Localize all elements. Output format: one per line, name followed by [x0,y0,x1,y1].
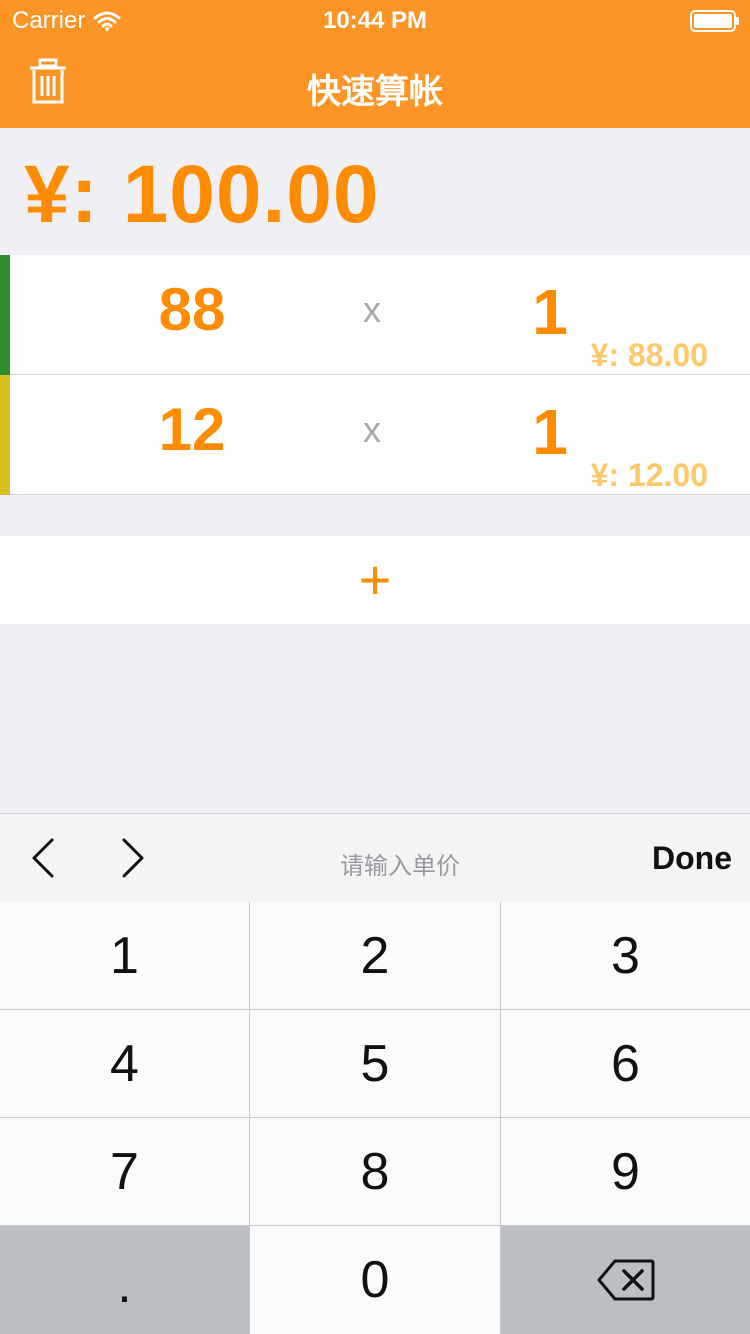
backspace-key[interactable] [501,1226,750,1334]
item-subtotal: ¥: 88.00 [590,337,708,373]
item-price[interactable]: 12 [92,395,292,464]
key-7[interactable]: 7 [0,1118,249,1225]
item-price[interactable]: 88 [92,275,292,344]
page-title: 快速算帐 [307,73,443,111]
key-4[interactable]: 4 [0,1010,249,1117]
key-1[interactable]: 1 [0,902,249,1009]
done-button[interactable]: Done [652,840,732,877]
keyboard-toolbar: 请输入单价 Done [0,813,750,902]
item-row[interactable]: 12 x 1 ¥: 12.00 [0,375,750,495]
key-2[interactable]: 2 [250,902,500,1009]
key-8[interactable]: 8 [250,1118,500,1225]
item-subtotal: ¥: 12.00 [590,457,708,493]
key-decimal[interactable]: . [0,1226,249,1334]
battery-icon [690,10,739,32]
status-time: 10:44 PM [322,7,428,34]
item-color-bar [0,255,10,375]
item-row[interactable]: 88 x 1 ¥: 88.00 [0,255,750,375]
key-5[interactable]: 5 [250,1010,500,1117]
multiply-sign: x [363,409,381,450]
total-row: ¥: 100.00 [0,128,750,255]
total-amount: ¥: 100.00 [24,149,380,240]
key-6[interactable]: 6 [501,1010,750,1117]
multiply-sign: x [363,289,381,330]
key-0[interactable]: 0 [250,1226,500,1334]
number-pad: 1 2 3 4 5 6 7 8 9 . 0 [0,902,750,1334]
header: Carrier 10:44 PM 快速算帐 [0,0,750,128]
plus-icon: + [358,548,392,611]
status-bar: Carrier 10:44 PM [0,0,750,40]
backspace-icon [597,1259,654,1301]
item-color-bar [0,375,10,495]
nav-bar: 快速算帐 [0,40,750,128]
input-hint: 请输入单价 [340,853,460,880]
key-9[interactable]: 9 [501,1118,750,1225]
add-item-button[interactable]: + [0,536,750,624]
key-3[interactable]: 3 [501,902,750,1009]
